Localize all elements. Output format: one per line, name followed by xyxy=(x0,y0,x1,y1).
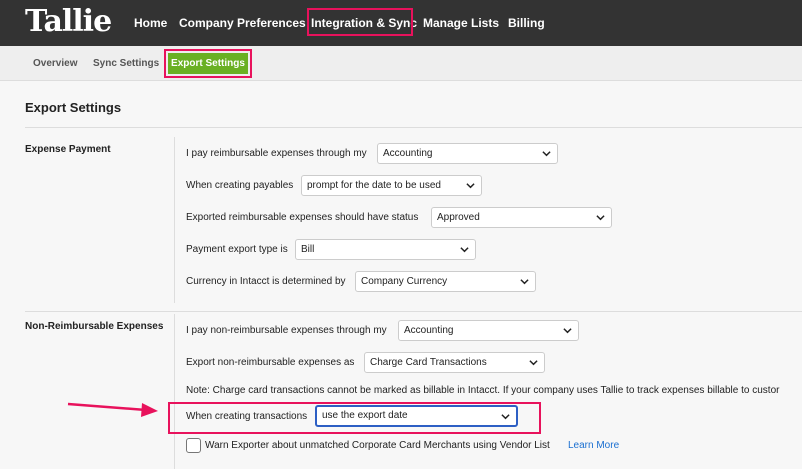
arrow-pointer-icon xyxy=(67,402,158,417)
chevron-down-icon xyxy=(542,151,551,157)
section-title-expense-payment: Expense Payment xyxy=(25,144,111,155)
chevron-down-icon xyxy=(466,183,475,189)
tab-sync-settings[interactable]: Sync Settings xyxy=(93,58,159,69)
sub-nav-bar: Overview Sync Settings xyxy=(0,46,802,81)
label-currency-determined-by: Currency in Intacct is determined by xyxy=(186,276,346,287)
chevron-down-icon xyxy=(460,247,469,253)
label-export-non-reimbursable-as: Export non-reimbursable expenses as xyxy=(186,357,355,368)
select-reimbursable-through[interactable]: Accounting xyxy=(377,143,558,164)
select-payment-export-type[interactable]: Bill xyxy=(295,239,476,260)
section-divider-line xyxy=(174,314,175,469)
divider xyxy=(25,311,802,312)
nav-manage-lists[interactable]: Manage Lists xyxy=(423,16,499,30)
select-payables-date[interactable]: prompt for the date to be used xyxy=(301,175,482,196)
select-reimbursable-status[interactable]: Approved xyxy=(431,207,612,228)
chevron-down-icon xyxy=(520,279,529,285)
learn-more-link[interactable]: Learn More xyxy=(568,440,619,451)
select-currency-source[interactable]: Company Currency xyxy=(355,271,536,292)
nav-billing[interactable]: Billing xyxy=(508,16,545,30)
chevron-down-icon xyxy=(529,360,538,366)
select-non-reimbursable-export-type[interactable]: Charge Card Transactions xyxy=(364,352,545,373)
tab-overview[interactable]: Overview xyxy=(33,58,77,69)
tallie-logo[interactable]: Tallie xyxy=(25,4,112,39)
label-reimbursable-status: Exported reimbursable expenses should ha… xyxy=(186,212,419,223)
divider xyxy=(25,127,802,128)
chevron-down-icon xyxy=(596,215,605,221)
transactions-highlight-box xyxy=(168,402,541,434)
tab-highlight-box xyxy=(164,49,252,78)
nav-home[interactable]: Home xyxy=(134,16,167,30)
label-reimbursable-through: I pay reimbursable expenses through my xyxy=(186,148,367,159)
label-when-creating-payables: When creating payables xyxy=(186,180,294,191)
label-warn-exporter: Warn Exporter about unmatched Corporate … xyxy=(205,440,550,451)
label-non-reimbursable-through: I pay non-reimbursable expenses through … xyxy=(186,325,387,336)
nav-highlight-box xyxy=(307,8,413,36)
section-divider-line xyxy=(174,137,175,303)
charge-card-note: Note: Charge card transactions cannot be… xyxy=(186,385,780,396)
label-payment-export-type: Payment export type is xyxy=(186,244,288,255)
page-title: Export Settings xyxy=(25,100,122,115)
warn-exporter-checkbox[interactable] xyxy=(186,438,201,453)
section-title-non-reimbursable: Non-Reimbursable Expenses xyxy=(25,321,164,332)
select-non-reimbursable-through[interactable]: Accounting xyxy=(398,320,579,341)
nav-company-preferences[interactable]: Company Preferences xyxy=(179,16,306,30)
chevron-down-icon xyxy=(563,328,572,334)
